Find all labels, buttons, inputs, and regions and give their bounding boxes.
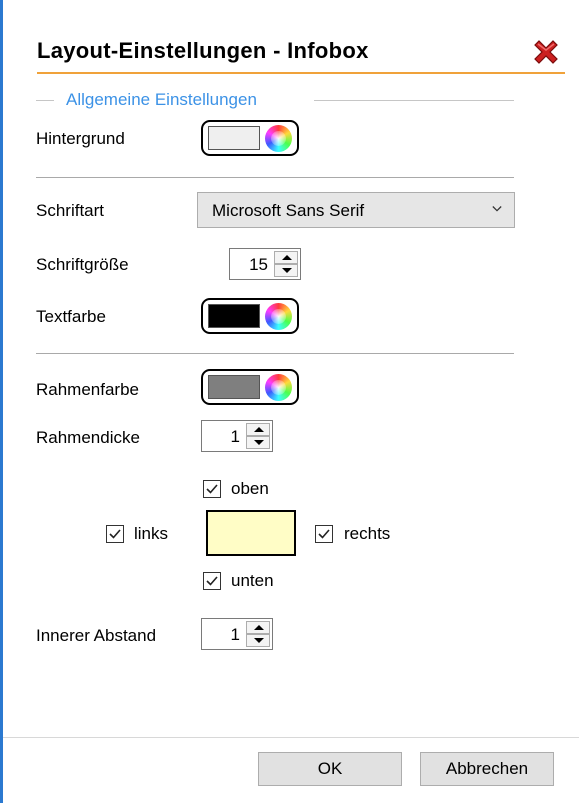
- separator: [36, 177, 514, 178]
- title-bar: Layout-Einstellungen - Infobox: [3, 0, 579, 80]
- font-size-value: 15: [249, 255, 268, 274]
- arrow-down-icon: [254, 638, 264, 643]
- background-label: Hintergrund: [36, 129, 125, 148]
- arrow-down-icon: [254, 440, 264, 445]
- font-size-increment-button[interactable]: [274, 251, 298, 264]
- border-color-label: Rahmenfarbe: [36, 380, 140, 399]
- title-underline: [37, 72, 565, 74]
- padding-value: 1: [230, 625, 240, 644]
- font-size-label: Schriftgröße: [36, 255, 129, 274]
- border-bottom-label: unten: [231, 571, 274, 590]
- border-bottom-checkbox[interactable]: [203, 572, 221, 590]
- border-color-swatch: [208, 375, 260, 399]
- border-color-button[interactable]: [201, 369, 299, 405]
- background-color-button[interactable]: [201, 120, 299, 156]
- group-title-general: Allgemeine Einstellungen: [66, 90, 257, 109]
- border-top-label: oben: [231, 479, 269, 498]
- arrow-up-icon: [282, 255, 292, 260]
- border-thickness-decrement-button[interactable]: [246, 436, 270, 449]
- font-label: Schriftart: [36, 201, 105, 220]
- checkmark-icon: [206, 576, 218, 586]
- color-wheel-icon: [265, 303, 292, 330]
- checkmark-icon: [206, 484, 218, 494]
- border-thickness-label: Rahmendicke: [36, 428, 140, 447]
- cancel-button[interactable]: Abbrechen: [420, 752, 554, 786]
- border-thickness-increment-button[interactable]: [246, 423, 270, 436]
- chevron-down-icon: [492, 206, 502, 212]
- footer-separator: [3, 737, 579, 738]
- arrow-up-icon: [254, 625, 264, 630]
- text-color-label: Textfarbe: [36, 307, 106, 326]
- border-right-label: rechts: [344, 524, 391, 543]
- border-left-checkbox[interactable]: [106, 525, 124, 543]
- arrow-down-icon: [282, 268, 292, 273]
- font-size-decrement-button[interactable]: [274, 264, 298, 277]
- separator: [36, 353, 514, 354]
- border-left-label: links: [134, 524, 169, 543]
- group-line-right: [314, 100, 514, 101]
- padding-decrement-button[interactable]: [246, 634, 270, 647]
- background-color-swatch: [208, 126, 260, 150]
- dialog-title: Layout-Einstellungen - Infobox: [37, 38, 369, 63]
- close-button[interactable]: [530, 36, 562, 68]
- font-select[interactable]: Microsoft Sans Serif: [197, 192, 515, 228]
- group-line-left: [36, 100, 54, 101]
- font-select-value: Microsoft Sans Serif: [212, 201, 365, 220]
- close-x-icon: [534, 40, 558, 64]
- font-size-stepper[interactable]: 15: [229, 248, 301, 280]
- border-thickness-value: 1: [230, 427, 240, 446]
- checkmark-icon: [109, 529, 121, 539]
- text-color-swatch: [208, 304, 260, 328]
- ok-button[interactable]: OK: [258, 752, 402, 786]
- border-thickness-stepper[interactable]: 1: [201, 420, 273, 452]
- padding-stepper[interactable]: 1: [201, 618, 273, 650]
- border-preview-box: [206, 510, 296, 556]
- color-wheel-icon: [265, 125, 292, 152]
- checkmark-icon: [318, 529, 330, 539]
- text-color-button[interactable]: [201, 298, 299, 334]
- color-wheel-icon: [265, 374, 292, 401]
- padding-increment-button[interactable]: [246, 621, 270, 634]
- padding-label: Innerer Abstand: [36, 626, 157, 645]
- border-right-checkbox[interactable]: [315, 525, 333, 543]
- window-left-border: [0, 0, 3, 803]
- arrow-up-icon: [254, 427, 264, 432]
- border-top-checkbox[interactable]: [203, 480, 221, 498]
